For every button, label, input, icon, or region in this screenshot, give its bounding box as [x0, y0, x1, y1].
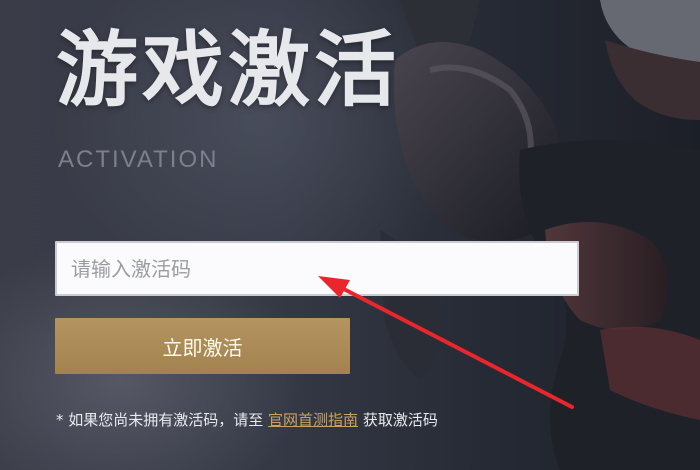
official-guide-link[interactable]: 官网首测指南: [268, 411, 358, 429]
note-prefix: * 如果您尚未拥有激活码，请至: [56, 411, 269, 429]
page-title: 游戏激活: [56, 23, 401, 118]
activation-note: * 如果您尚未拥有激活码，请至 官网首测指南 获取激活码: [56, 409, 438, 430]
page-subtitle: ACTIVATION: [58, 146, 219, 173]
activation-code-input[interactable]: [55, 241, 579, 296]
note-suffix: 获取激活码: [358, 411, 438, 429]
activate-button[interactable]: 立即激活: [55, 318, 350, 374]
